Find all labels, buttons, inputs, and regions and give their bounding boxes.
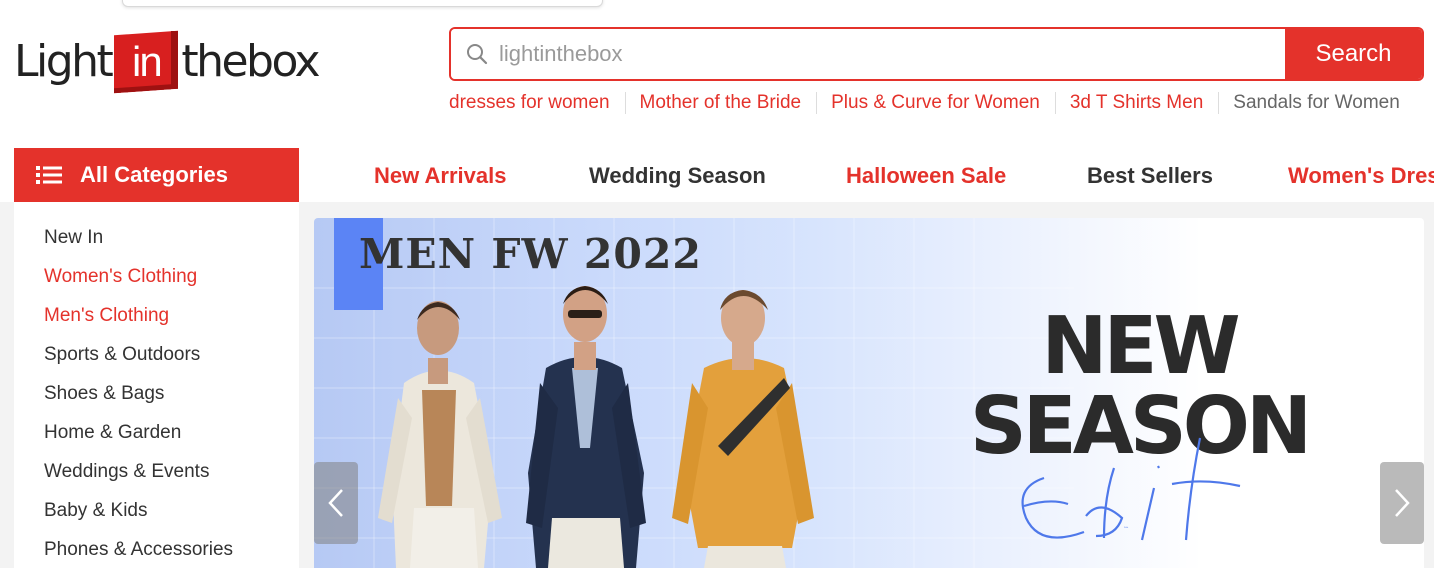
promo-headline: MEN FW 2022 — [359, 230, 702, 278]
nav-tab-link[interactable]: New Arrivals — [374, 163, 506, 189]
sidebar-category-item[interactable]: Baby & Kids — [14, 491, 299, 530]
logo-box: in — [114, 30, 179, 94]
sidebar-category-item[interactable]: New In — [14, 218, 299, 257]
search-bar: Search — [449, 27, 1424, 81]
hot-word-link[interactable]: Plus & Curve for Women — [831, 92, 1056, 114]
logo-box-text: in — [131, 38, 161, 86]
hot-search-words: dresses for women Mother of the Bride Plus… — [449, 92, 1434, 114]
hot-word-link[interactable]: dresses for women — [449, 92, 626, 114]
top-navigation: New Arrivals Wedding Season Halloween Sale… — [299, 148, 1434, 202]
svg-text:Edit: Edit — [1123, 526, 1128, 529]
hot-word-link[interactable]: Mother of the Bride — [640, 92, 818, 114]
hot-word-link[interactable]: 3d T Shirts Men — [1070, 92, 1220, 114]
search-button[interactable]: Search — [1285, 29, 1422, 79]
sidebar-category-item[interactable]: Men's Clothing — [14, 296, 299, 335]
search-field[interactable] — [451, 29, 1285, 79]
hot-word-link[interactable]: Sandals for Women — [1233, 92, 1415, 114]
edit-script-text: Edit — [1021, 437, 1241, 541]
banner-prev-button[interactable] — [314, 462, 358, 544]
sidebar-category-item[interactable]: Home & Garden — [14, 413, 299, 452]
dropdown-popup-edge — [122, 0, 603, 7]
hero-banner[interactable]: MEN FW 2022 NEW SEASON Edit — [314, 218, 1424, 568]
search-icon — [467, 44, 488, 65]
nav-tab-link[interactable]: Wedding Season — [589, 163, 766, 189]
all-categories-label: All Categories — [80, 162, 228, 187]
model-navy-cardigan — [526, 286, 646, 568]
new-season-line-1: NEW — [1041, 300, 1240, 392]
chevron-left-icon — [328, 489, 343, 517]
sidebar-category-item[interactable]: Women's Clothing — [14, 257, 299, 296]
banner-next-button[interactable] — [1380, 462, 1424, 544]
model-mustard-sweater — [672, 290, 814, 568]
sidebar-category-item[interactable]: Sports & Outdoors — [14, 335, 299, 374]
nav-tab-link[interactable]: Best Sellers — [1087, 163, 1213, 189]
all-categories-button[interactable]: All Categories — [14, 148, 299, 202]
sidebar-category-item[interactable]: Shoes & Bags — [14, 374, 299, 413]
logo-text-right: thebox — [181, 36, 320, 87]
site-logo[interactable]: Light in thebox — [14, 30, 321, 94]
logo-text-left: Light — [14, 36, 114, 87]
nav-tab-link[interactable]: Halloween Sale — [846, 163, 1006, 189]
sidebar-category-item[interactable]: Weddings & Events — [14, 452, 299, 491]
category-sidebar: New In Women's Clothing Men's Clothing Spor… — [14, 202, 299, 568]
sidebar-category-item[interactable]: Phones & Accessories — [14, 530, 299, 568]
chevron-right-icon — [1395, 489, 1410, 517]
nav-tab-link[interactable]: Women's Dresses — [1288, 163, 1434, 189]
menu-list-icon — [36, 166, 62, 184]
model-cream-cardigan — [378, 301, 502, 568]
search-input[interactable] — [499, 41, 1259, 67]
